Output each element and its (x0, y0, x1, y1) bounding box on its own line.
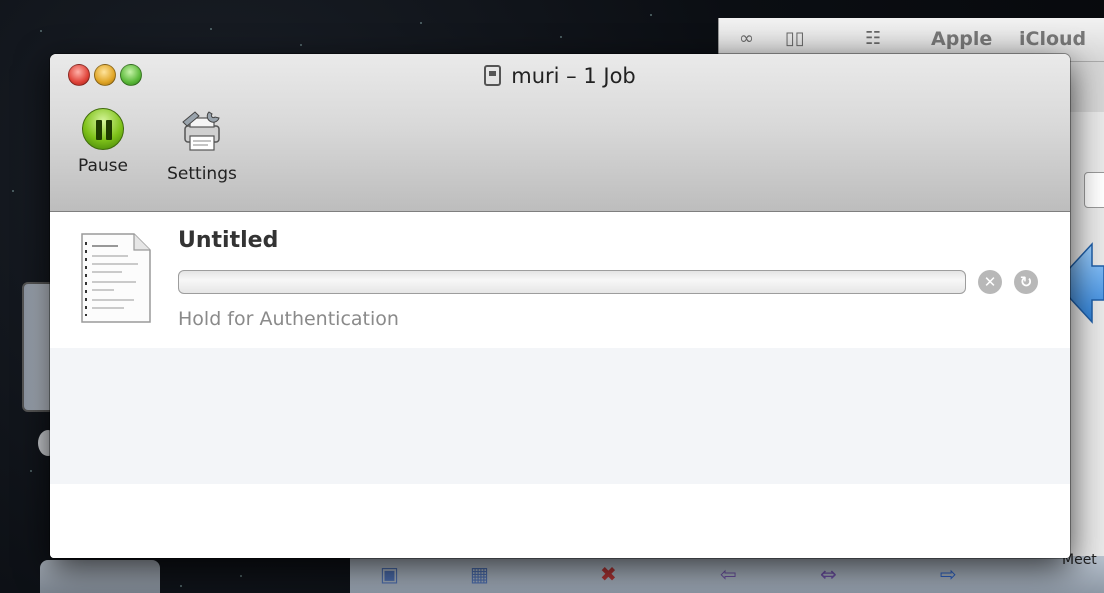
empty-list-row (50, 348, 1070, 484)
settings-button[interactable]: Settings (152, 108, 252, 184)
job-name: Untitled (178, 228, 279, 253)
job-list: Untitled ✕ ↻ Hold for Authentication (50, 212, 1070, 558)
pause-icon (82, 108, 124, 150)
resume-icon: ↻ (1019, 273, 1033, 291)
background-field (1084, 172, 1104, 208)
bookmark-apple[interactable]: Apple (931, 28, 992, 50)
delete-icon: ✕ (983, 273, 997, 291)
printer-settings-icon (182, 111, 220, 151)
delete-tool-icon: ✖ (600, 562, 617, 586)
double-arrow-icon: ⇔ (820, 562, 837, 586)
glasses-icon[interactable]: ∞ (739, 28, 754, 49)
window-title-area: muri – 1 Job (50, 64, 1070, 88)
new-document-icon: ▣ (380, 562, 399, 586)
resume-job-button[interactable]: ↻ (1014, 270, 1038, 294)
pause-button[interactable]: Pause (68, 108, 138, 176)
delete-job-button[interactable]: ✕ (978, 270, 1002, 294)
book-icon[interactable]: ▯▯ (785, 28, 805, 49)
grid-icon[interactable]: ☷ (865, 28, 881, 49)
print-queue-window: muri – 1 Job Pause Settings Untitled ✕ ↻… (50, 54, 1070, 558)
printer-icon (484, 65, 502, 86)
arrow-right-icon: ⇨ (940, 562, 957, 586)
window-title: muri – 1 Job (511, 64, 636, 88)
job-row[interactable]: Untitled ✕ ↻ Hold for Authentication (50, 212, 1070, 348)
background-bottom-toolbar: ▣ ▦ ✖ ⇦ ⇔ ⇨ (350, 556, 1104, 593)
bookmark-icloud[interactable]: iCloud (1019, 28, 1086, 50)
job-progress-bar (178, 270, 966, 294)
pause-label: Pause (78, 156, 128, 176)
empty-list-row (50, 484, 1070, 558)
folder-icon (40, 560, 160, 593)
window-titlebar: muri – 1 Job Pause Settings (50, 54, 1070, 212)
table-icon: ▦ (470, 562, 489, 586)
job-status: Hold for Authentication (178, 308, 399, 330)
document-icon (81, 233, 151, 323)
settings-label: Settings (167, 164, 237, 184)
arrow-left-icon: ⇦ (720, 562, 737, 586)
